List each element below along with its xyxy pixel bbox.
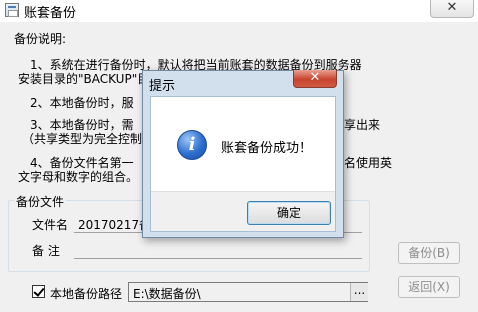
dialog-title: 提示 bbox=[149, 79, 176, 94]
description-line: 3、本地备份时，需 bbox=[30, 118, 134, 132]
description-line: 2、本地备份时，服 bbox=[30, 96, 134, 110]
ok-button[interactable]: 确定 bbox=[247, 201, 331, 225]
description-line: 名使用英 bbox=[344, 156, 393, 170]
local-path-field[interactable]: E:\数据备份\ bbox=[128, 282, 368, 302]
dialog-close-button[interactable]: ✕ bbox=[293, 70, 337, 88]
back-button[interactable]: 返回(X) bbox=[398, 276, 460, 298]
local-path-label: 本地备份路径 bbox=[50, 287, 123, 301]
note-label: 备 注 bbox=[32, 244, 60, 258]
note-underline bbox=[74, 258, 362, 259]
dialog-message: 账套备份成功！ bbox=[221, 141, 313, 156]
window-close-button[interactable]: ✕ bbox=[430, 0, 474, 18]
dialog-footer: 确定 bbox=[151, 191, 335, 231]
description-line: 4、备份文件名第一 bbox=[30, 156, 134, 170]
message-dialog: 提示 ✕ i 账套备份成功！ 确定 bbox=[142, 70, 344, 238]
local-path-value: E:\数据备份\ bbox=[133, 287, 201, 301]
description-heading: 备份说明: bbox=[14, 32, 67, 46]
backup-button[interactable]: 备份(B) bbox=[398, 242, 460, 264]
app-icon bbox=[5, 3, 19, 17]
info-icon: i bbox=[177, 130, 207, 160]
description-line: （共享类型为完全控制 bbox=[22, 132, 143, 146]
browse-button[interactable]: ... bbox=[350, 283, 368, 301]
title-bar: 账套备份 ✕ bbox=[0, 0, 478, 22]
description-line: 享出来 bbox=[344, 118, 381, 132]
description-line: 文字母和数字的组合。 bbox=[18, 170, 139, 184]
window-title: 账套备份 bbox=[24, 6, 77, 21]
dialog-body: i 账套备份成功！ 确定 bbox=[150, 96, 336, 232]
backup-file-group-title: 备份文件 bbox=[14, 193, 67, 210]
local-path-checkbox[interactable] bbox=[32, 285, 45, 298]
description-line: 安装目录的"BACKUP"目 bbox=[18, 72, 150, 86]
filename-label: 文件名 bbox=[32, 218, 69, 232]
